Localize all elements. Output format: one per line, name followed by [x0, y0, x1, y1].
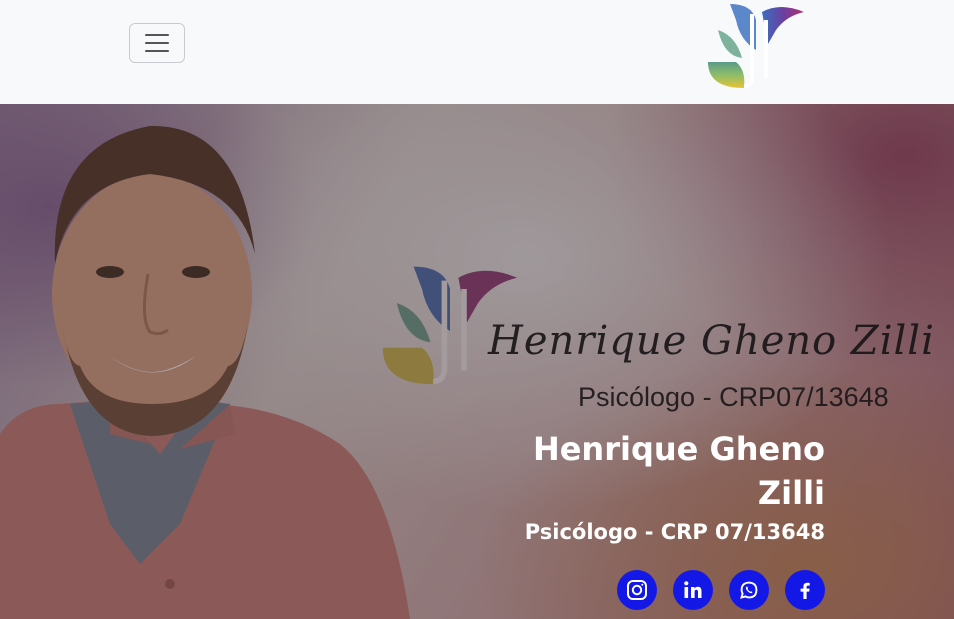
facebook-link[interactable] [785, 570, 825, 610]
linkedin-icon [684, 581, 702, 598]
menu-toggle-button[interactable] [129, 23, 185, 63]
whatsapp-link[interactable] [729, 570, 769, 610]
social-links [617, 570, 827, 612]
facebook-icon [800, 582, 810, 599]
hero-title: Henrique Gheno Zilli [532, 430, 825, 512]
instagram-link[interactable] [617, 570, 657, 610]
brand-logo-icon [708, 4, 804, 88]
hamburger-icon-bar-3 [145, 50, 169, 52]
hero-subtitle: Psicólogo - CRP 07/13648 [524, 520, 825, 544]
whatsapp-icon [740, 581, 758, 599]
hamburger-icon-bar-1 [145, 34, 169, 36]
hero-section: Henrique Gheno Zilli Psicólogo - CRP07/1… [0, 104, 954, 619]
instagram-icon [627, 580, 647, 600]
hamburger-icon-bar-2 [145, 42, 169, 44]
navbar [0, 0, 954, 104]
linkedin-link[interactable] [673, 570, 713, 610]
